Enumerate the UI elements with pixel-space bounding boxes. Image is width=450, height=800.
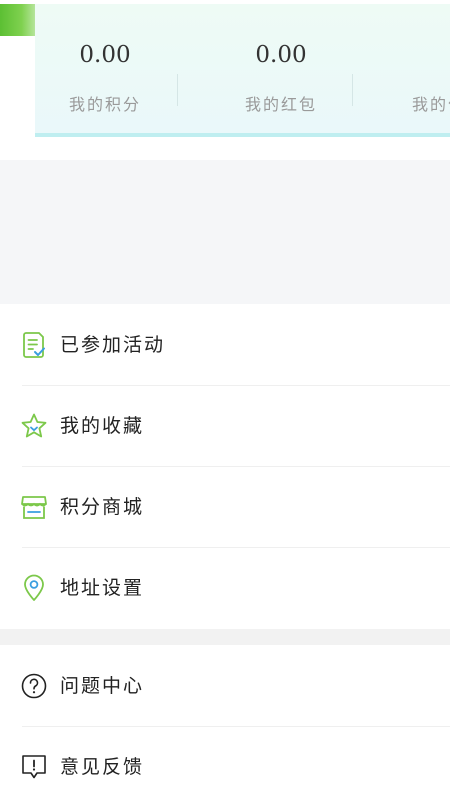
stat-red-packet-label: 我的红包 [244, 95, 317, 114]
stat-points-label: 我的积分 [68, 95, 141, 114]
stat-coupon-value: 0 [369, 40, 450, 70]
stat-points[interactable]: 0.00 我的积分 [17, 4, 193, 133]
menu-item-label: 我的收藏 [60, 414, 145, 437]
feedback-icon [20, 753, 48, 781]
profile-page: 0.00 我的积分 0.00 我的红包 0 我的优惠券 [0, 0, 450, 800]
menu-primary: 已参加活动 我的收藏 积分商城 地址设置 [0, 304, 450, 628]
menu-item-joined-activities[interactable]: 已参加活动 [0, 304, 450, 385]
stat-divider [352, 74, 353, 106]
store-icon [20, 493, 48, 521]
stats-card: 0.00 我的积分 0.00 我的红包 0 我的优惠券 [35, 4, 450, 137]
menu-item-favorites[interactable]: 我的收藏 [0, 385, 450, 466]
stat-divider [177, 74, 178, 106]
menu-item-feedback[interactable]: 意见反馈 [0, 726, 450, 800]
menu-item-help-center[interactable]: 问题中心 [0, 645, 450, 726]
banner-placeholder [0, 160, 450, 304]
stat-coupon[interactable]: 0 我的优惠券 [369, 4, 450, 133]
section-divider [0, 629, 450, 645]
menu-item-label: 意见反馈 [60, 755, 145, 778]
stat-red-packet[interactable]: 0.00 我的红包 [193, 4, 369, 133]
document-check-icon [20, 331, 48, 359]
stat-coupon-label: 我的优惠券 [411, 95, 450, 114]
stat-red-packet-value: 0.00 [255, 42, 307, 68]
menu-item-label: 已参加活动 [60, 333, 166, 356]
menu-item-label: 积分商城 [60, 495, 145, 518]
menu-secondary: 问题中心 意见反馈 [0, 645, 450, 800]
menu-item-address-settings[interactable]: 地址设置 [0, 547, 450, 628]
menu-item-label: 问题中心 [60, 674, 145, 697]
star-icon [20, 412, 48, 440]
question-circle-icon [20, 672, 48, 700]
profile-header: 0.00 我的积分 0.00 我的红包 0 我的优惠券 [0, 0, 450, 160]
location-pin-icon [20, 574, 48, 602]
menu-item-label: 地址设置 [60, 576, 145, 599]
menu-item-points-mall[interactable]: 积分商城 [0, 466, 450, 547]
stat-points-value: 0.00 [79, 42, 131, 68]
